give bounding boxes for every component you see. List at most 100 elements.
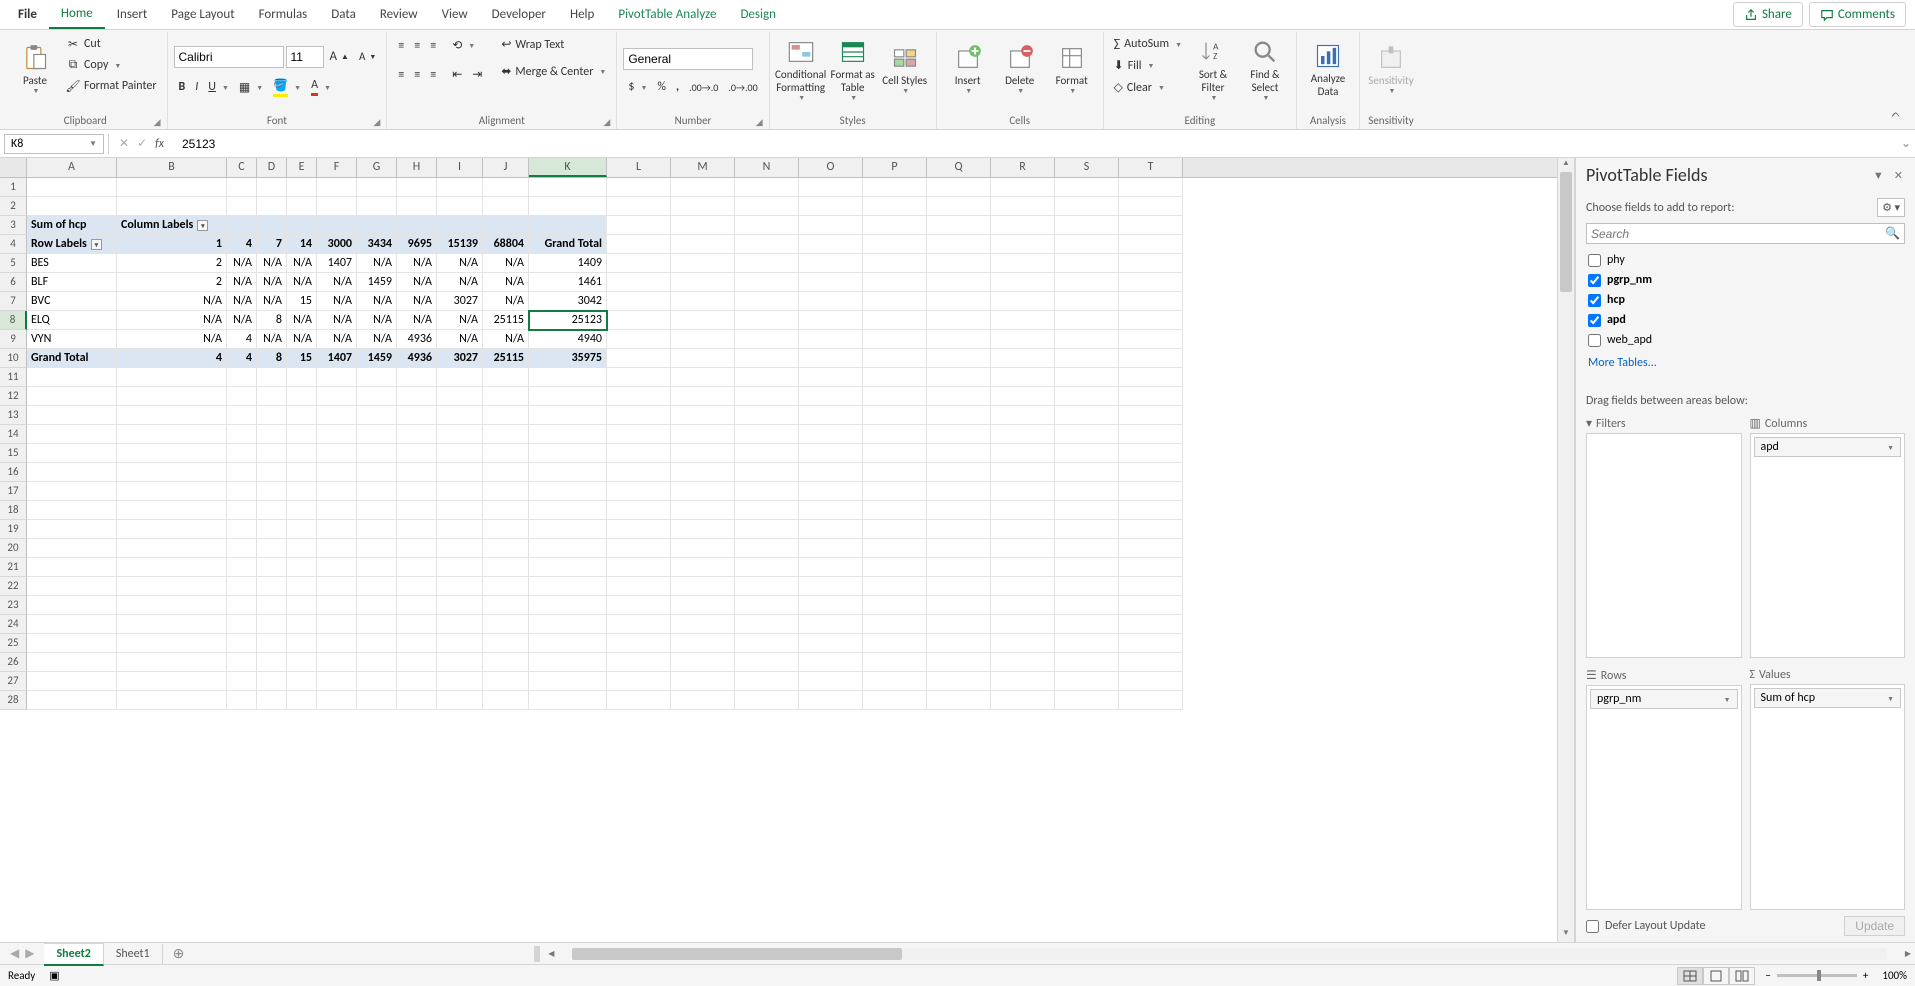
cell[interactable] <box>671 634 735 653</box>
cell[interactable] <box>257 634 287 653</box>
cell[interactable] <box>671 596 735 615</box>
row-header-17[interactable]: 17 <box>0 482 27 501</box>
cell[interactable] <box>863 615 927 634</box>
format-painter-button[interactable]: 🖌Format Painter <box>62 76 161 96</box>
cell[interactable] <box>607 444 671 463</box>
cell[interactable] <box>799 368 863 387</box>
cell[interactable]: N/A <box>483 330 529 349</box>
col-header-B[interactable]: B <box>117 158 227 177</box>
cell[interactable] <box>799 425 863 444</box>
col-header-L[interactable]: L <box>607 158 671 177</box>
cell[interactable]: N/A <box>437 273 483 292</box>
col-header-E[interactable]: E <box>287 158 317 177</box>
cell[interactable] <box>227 463 257 482</box>
underline-button[interactable]: U▼ <box>203 76 234 98</box>
cell[interactable] <box>227 615 257 634</box>
cell[interactable]: 4936 <box>397 349 437 368</box>
cell[interactable] <box>1055 235 1119 254</box>
decrease-indent-button[interactable]: ⇤ <box>447 63 467 86</box>
cell[interactable] <box>607 501 671 520</box>
cell[interactable] <box>27 368 117 387</box>
cell[interactable] <box>607 539 671 558</box>
cell[interactable] <box>1119 235 1183 254</box>
cell[interactable] <box>735 235 799 254</box>
cell[interactable] <box>227 596 257 615</box>
vscroll-thumb[interactable] <box>1560 172 1572 292</box>
cell[interactable] <box>437 368 483 387</box>
clear-button[interactable]: ◇Clear▼ <box>1110 77 1186 98</box>
cell[interactable]: BLF <box>27 273 117 292</box>
cell[interactable] <box>1055 273 1119 292</box>
cell[interactable] <box>317 425 357 444</box>
cell[interactable] <box>257 463 287 482</box>
cell[interactable] <box>317 615 357 634</box>
cell[interactable] <box>1055 311 1119 330</box>
cell[interactable] <box>483 615 529 634</box>
select-all-corner[interactable] <box>0 158 27 177</box>
row-header-20[interactable]: 20 <box>0 539 27 558</box>
cell[interactable] <box>27 387 117 406</box>
cell[interactable] <box>287 653 317 672</box>
cell[interactable] <box>1119 311 1183 330</box>
cell[interactable] <box>1119 634 1183 653</box>
cell[interactable] <box>529 463 607 482</box>
cell[interactable] <box>287 577 317 596</box>
cell[interactable] <box>607 349 671 368</box>
cell[interactable] <box>357 368 397 387</box>
cell[interactable] <box>483 216 529 235</box>
cell[interactable] <box>927 653 991 672</box>
cell[interactable] <box>483 672 529 691</box>
row-header-15[interactable]: 15 <box>0 444 27 463</box>
cell[interactable] <box>1119 501 1183 520</box>
cell[interactable] <box>799 672 863 691</box>
cell[interactable] <box>1119 425 1183 444</box>
cell[interactable] <box>991 558 1055 577</box>
cell[interactable] <box>483 539 529 558</box>
cell[interactable] <box>317 577 357 596</box>
cell[interactable] <box>671 197 735 216</box>
cell[interactable] <box>227 539 257 558</box>
cell[interactable] <box>529 520 607 539</box>
cell[interactable] <box>671 178 735 197</box>
cell[interactable] <box>1119 387 1183 406</box>
cell[interactable] <box>735 311 799 330</box>
cell[interactable]: N/A <box>357 330 397 349</box>
cell[interactable] <box>863 425 927 444</box>
cell[interactable] <box>927 330 991 349</box>
cell[interactable] <box>607 615 671 634</box>
cell[interactable] <box>317 482 357 501</box>
cell[interactable] <box>257 387 287 406</box>
cell[interactable]: 8 <box>257 349 287 368</box>
cell[interactable] <box>1055 292 1119 311</box>
cell[interactable] <box>671 425 735 444</box>
cell[interactable] <box>317 672 357 691</box>
cell[interactable] <box>287 368 317 387</box>
cell[interactable] <box>317 387 357 406</box>
cell[interactable] <box>927 235 991 254</box>
sheet-nav-prev[interactable]: ◀ <box>10 946 19 961</box>
col-header-C[interactable]: C <box>227 158 257 177</box>
row-header-24[interactable]: 24 <box>0 615 27 634</box>
cell[interactable] <box>671 254 735 273</box>
cell[interactable] <box>1119 178 1183 197</box>
cell[interactable] <box>397 539 437 558</box>
comma-button[interactable]: , <box>671 76 684 98</box>
cell[interactable]: N/A <box>117 311 227 330</box>
cell[interactable] <box>1055 349 1119 368</box>
formula-input[interactable] <box>174 135 1897 153</box>
cell[interactable]: 3000 <box>317 235 357 254</box>
cell[interactable] <box>437 634 483 653</box>
orientation-button[interactable]: ⟲▼ <box>447 34 480 57</box>
cell[interactable] <box>607 425 671 444</box>
align-bottom-button[interactable]: ≡ <box>425 35 441 57</box>
cell[interactable] <box>227 672 257 691</box>
cell[interactable] <box>227 425 257 444</box>
cell[interactable] <box>483 520 529 539</box>
cell[interactable] <box>1055 330 1119 349</box>
cell[interactable] <box>735 330 799 349</box>
cell[interactable] <box>227 482 257 501</box>
cell[interactable] <box>927 311 991 330</box>
cell[interactable] <box>483 444 529 463</box>
cell[interactable]: Grand Total <box>27 349 117 368</box>
cell[interactable] <box>483 387 529 406</box>
